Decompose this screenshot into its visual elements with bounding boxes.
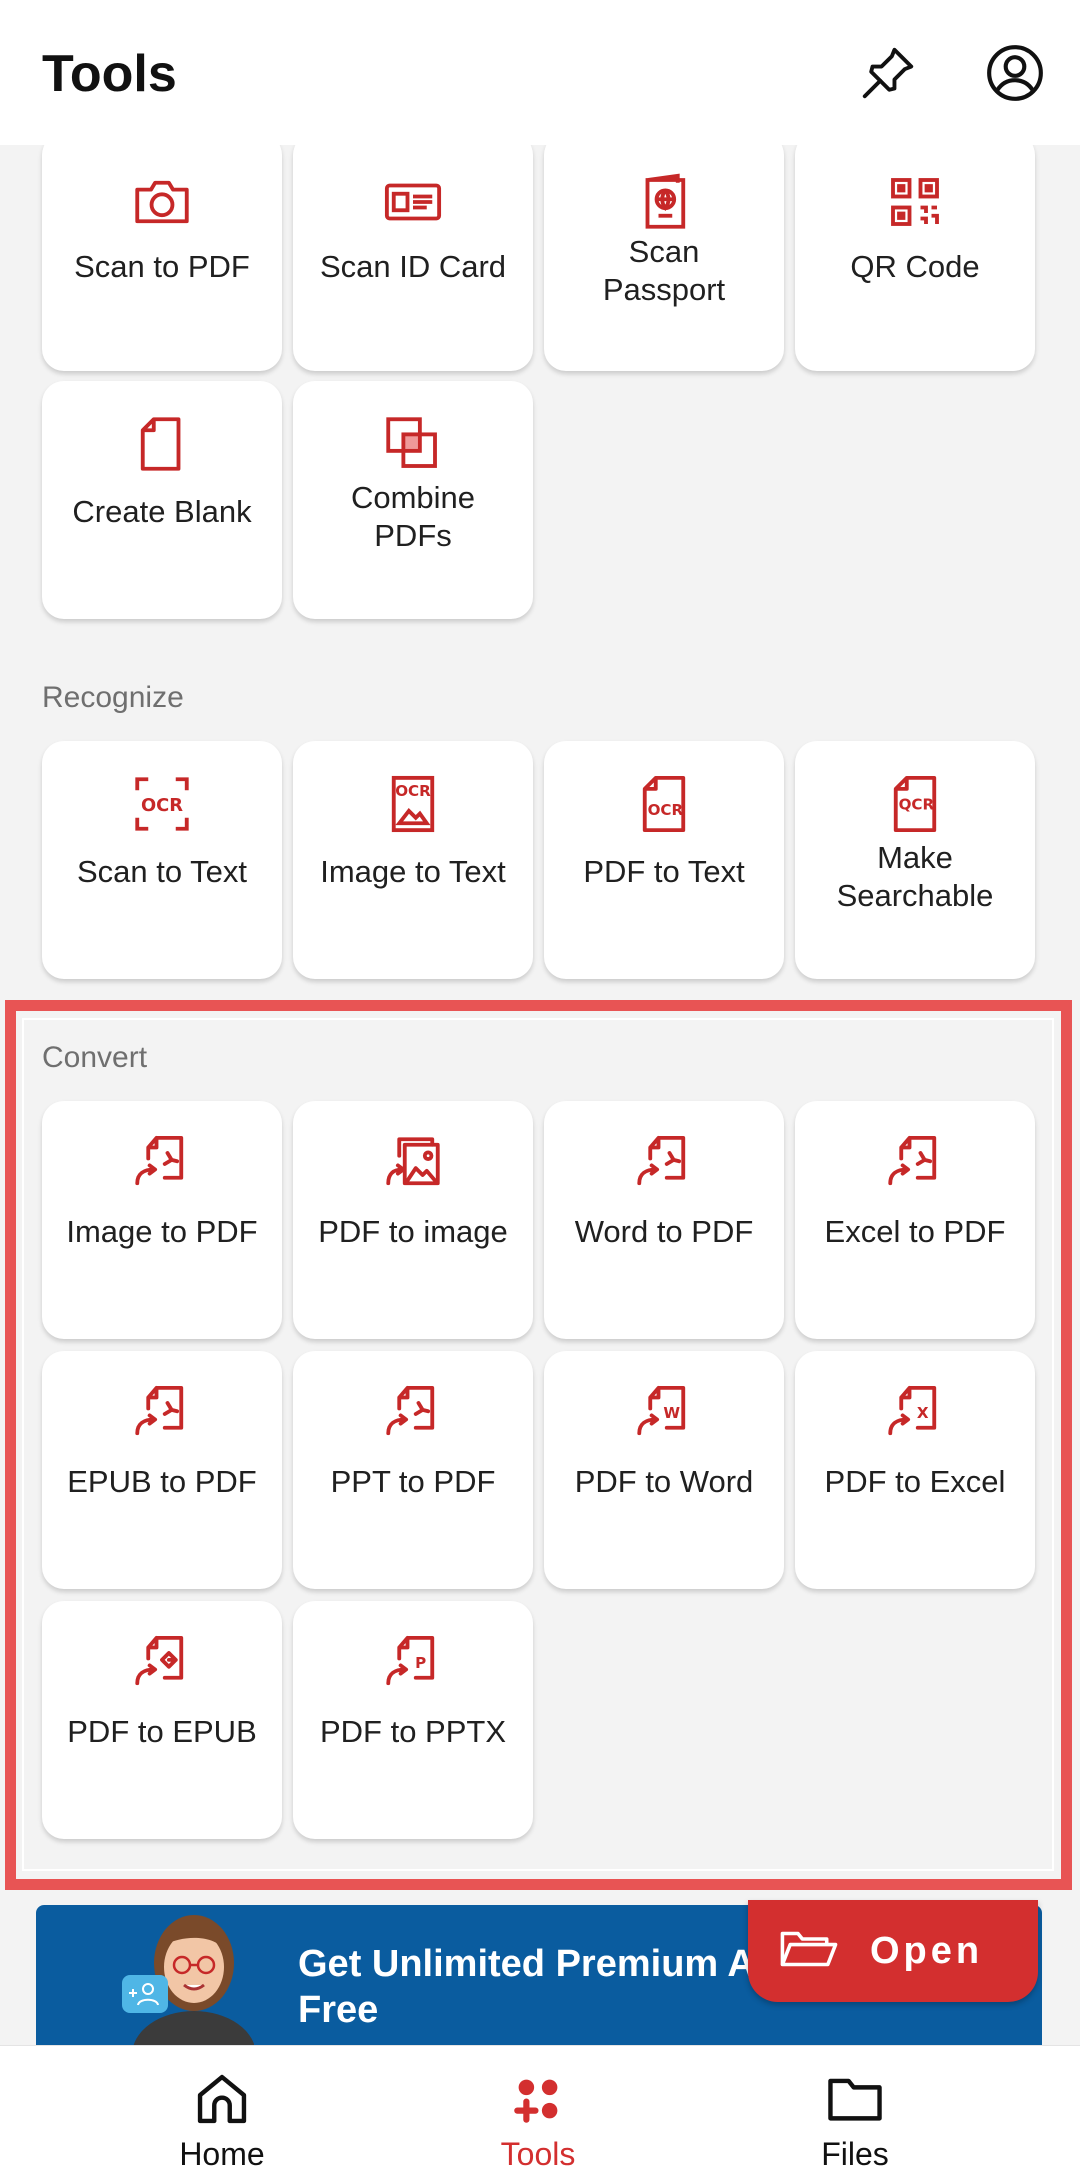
tool-label: QR Code (850, 249, 980, 284)
tool-card-scan-passport[interactable]: Scan Passport (544, 145, 784, 371)
account-icon[interactable] (980, 38, 1050, 108)
tool-label: Create Blank (72, 494, 252, 529)
tool-card-excel-to-pdf[interactable]: Excel to PDF (795, 1101, 1035, 1339)
pdf-to-epub-icon (42, 1631, 282, 1697)
home-icon (122, 2068, 322, 2130)
tools-content: Scan to PDF Scan ID Card Scan Passport Q… (0, 145, 1080, 2045)
tool-card-image-to-text[interactable]: OCR Image to Text (293, 741, 533, 979)
pdf-to-excel-icon: X (795, 1381, 1035, 1447)
svg-text:OCR: OCR (141, 795, 183, 816)
tool-label: PDF to Text (583, 854, 745, 889)
tool-card-create-blank[interactable]: Create Blank (42, 381, 282, 619)
qr-code-icon (795, 169, 1035, 235)
tool-label: PDF to image (318, 1214, 508, 1249)
tool-card-epub-to-pdf[interactable]: EPUB to PDF (42, 1351, 282, 1589)
tool-card-combine-pdfs[interactable]: Combine PDFs (293, 381, 533, 619)
tool-label: Image to Text (320, 854, 506, 889)
epub-to-pdf-icon (42, 1381, 282, 1447)
tool-card-pdf-to-epub[interactable]: PDF to EPUB (42, 1601, 282, 1839)
pdf-to-pptx-icon: P (293, 1631, 533, 1697)
tool-card-scan-to-pdf[interactable]: Scan to PDF (42, 145, 282, 371)
tool-label: Scan to Text (76, 854, 248, 889)
open-button[interactable]: Open (748, 1900, 1038, 2002)
folder-icon (755, 2068, 955, 2130)
tool-card-pdf-to-text[interactable]: OCR PDF to Text (544, 741, 784, 979)
section-label-recognize: Recognize (42, 681, 184, 714)
section-label-convert: Convert (42, 1041, 148, 1074)
tool-card-pdf-to-word[interactable]: W PDF to Word (544, 1351, 784, 1589)
tool-card-word-to-pdf[interactable]: Word to PDF (544, 1101, 784, 1339)
tool-label: PDF to PPTX (319, 1714, 507, 1749)
tool-card-scan-to-text[interactable]: OCR Scan to Text (42, 741, 282, 979)
open-button-label: Open (870, 1929, 984, 1972)
tool-label: PPT to PDF (330, 1464, 496, 1499)
nav-home[interactable]: Home (122, 2046, 322, 2184)
tool-label: EPUB to PDF (67, 1464, 257, 1499)
svg-text:OCR: OCR (395, 782, 431, 800)
tool-card-qr-code[interactable]: QR Code (795, 145, 1035, 371)
svg-text:P: P (415, 1654, 426, 1672)
image-to-pdf-icon (42, 1131, 282, 1197)
tools-icon (438, 2068, 638, 2130)
tool-label: PDF to Excel (824, 1464, 1006, 1499)
tool-label: Scan ID Card (319, 249, 507, 284)
tool-card-pdf-to-pptx[interactable]: P PDF to PPTX (293, 1601, 533, 1839)
qcr-icon: QCR (795, 771, 1035, 837)
tool-label: PDF to EPUB (67, 1714, 257, 1749)
page-title: Tools (42, 45, 177, 103)
tool-label: Scan Passport (602, 234, 726, 307)
nav-label: Tools (500, 2136, 576, 2172)
word-to-pdf-icon (544, 1131, 784, 1197)
ppt-to-pdf-icon (293, 1381, 533, 1447)
blank-page-icon (42, 411, 282, 477)
bottom-navigation: Home Tools Files (0, 2045, 1080, 2184)
ocr-pdf-icon: OCR (544, 771, 784, 837)
tool-label: Image to PDF (66, 1214, 258, 1249)
tool-label: Word to PDF (574, 1214, 754, 1249)
nav-label: Home (179, 2136, 265, 2172)
tool-label: Make Searchable (836, 840, 994, 913)
nav-label: Files (821, 2136, 889, 2172)
passport-icon (544, 169, 784, 235)
tool-card-pdf-to-image[interactable]: PDF to image (293, 1101, 533, 1339)
pin-icon[interactable] (853, 38, 923, 108)
person-illustration (114, 1905, 255, 2045)
pdf-to-image-icon (293, 1131, 533, 1197)
pdf-to-word-icon: W (544, 1381, 784, 1447)
folder-open-icon (778, 1925, 840, 1978)
camera-icon (42, 169, 282, 235)
excel-to-pdf-icon (795, 1131, 1035, 1197)
tool-label: Scan to PDF (74, 249, 250, 284)
app-header: Tools (0, 0, 1080, 145)
tool-label: PDF to Word (574, 1464, 754, 1499)
combine-icon (293, 411, 533, 477)
svg-text:X: X (917, 1404, 929, 1422)
tool-label: Excel to PDF (824, 1214, 1006, 1249)
svg-text:OCR: OCR (648, 801, 684, 819)
ocr-image-icon: OCR (293, 771, 533, 837)
nav-tools[interactable]: Tools (438, 2046, 638, 2184)
id-card-icon (293, 169, 533, 235)
tool-card-scan-id-card[interactable]: Scan ID Card (293, 145, 533, 371)
svg-text:QCR: QCR (899, 796, 935, 814)
tool-label: Combine PDFs (350, 480, 476, 553)
svg-text:W: W (663, 1404, 680, 1422)
tool-card-ppt-to-pdf[interactable]: PPT to PDF (293, 1351, 533, 1589)
nav-files[interactable]: Files (755, 2046, 955, 2184)
tool-card-make-searchable[interactable]: QCR Make Searchable (795, 741, 1035, 979)
tool-card-pdf-to-excel[interactable]: X PDF to Excel (795, 1351, 1035, 1589)
tool-card-image-to-pdf[interactable]: Image to PDF (42, 1101, 282, 1339)
banner-text: Get Unlimited Premium A Free (298, 1943, 755, 2031)
ocr-scan-icon: OCR (42, 771, 282, 837)
